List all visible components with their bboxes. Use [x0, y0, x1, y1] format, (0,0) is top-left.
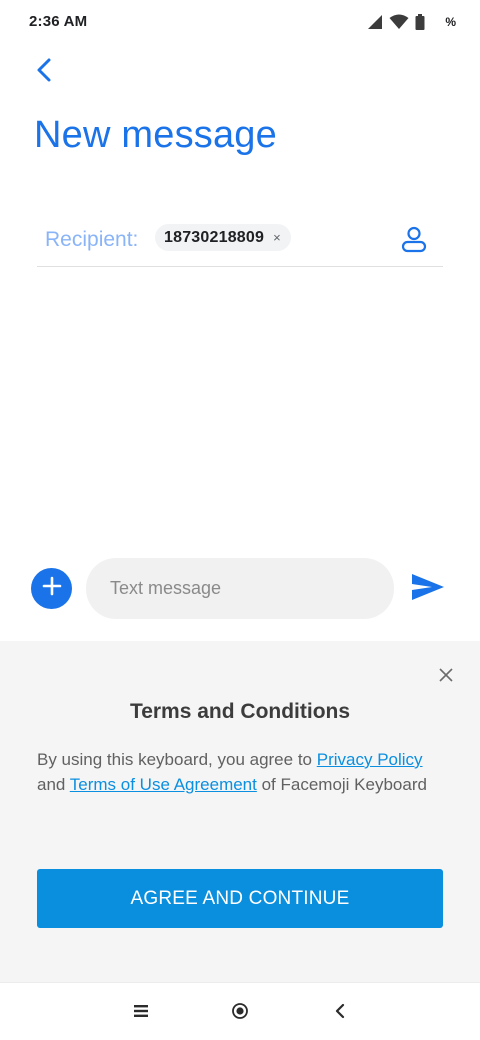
- status-time: 2:36 AM: [29, 13, 88, 30]
- close-icon: [439, 667, 453, 687]
- terms-body-middle: and: [37, 774, 70, 794]
- status-icons: %: [367, 12, 456, 32]
- back-button[interactable]: [24, 52, 64, 92]
- privacy-policy-link[interactable]: Privacy Policy: [317, 750, 423, 769]
- terms-close-button[interactable]: [432, 663, 460, 691]
- recipient-chip-number: 18730218809: [164, 228, 265, 246]
- agree-and-continue-button[interactable]: AGREE AND CONTINUE: [37, 869, 443, 928]
- terms-body-suffix: of Facemoji Keyboard: [256, 774, 427, 794]
- battery-icon: [415, 14, 425, 30]
- nav-back-button[interactable]: [327, 1000, 353, 1026]
- contact-picker-button[interactable]: [395, 224, 433, 258]
- home-icon: [231, 1002, 249, 1025]
- recents-button[interactable]: [128, 1000, 154, 1026]
- terms-body: By using this keyboard, you agree to Pri…: [37, 748, 437, 797]
- recipient-chip[interactable]: 18730218809 ×: [155, 224, 291, 251]
- page-title: New message: [34, 114, 277, 156]
- status-bar: 2:36 AM %: [0, 0, 480, 44]
- back-icon: [334, 1003, 346, 1024]
- recipient-row: Recipient: 18730218809 ×: [37, 214, 443, 267]
- back-arrow-icon: [34, 57, 54, 88]
- wifi-icon: [389, 14, 409, 30]
- navigation-bar: [0, 982, 480, 1040]
- terms-of-use-link[interactable]: Terms of Use Agreement: [70, 775, 257, 794]
- home-button[interactable]: [227, 1000, 253, 1026]
- terms-title: Terms and Conditions: [129, 700, 351, 723]
- person-icon: [400, 225, 428, 258]
- recipient-label: Recipient:: [45, 228, 139, 251]
- add-attachment-button[interactable]: [31, 568, 72, 609]
- signal-icon: [367, 14, 383, 30]
- send-icon: [410, 572, 446, 607]
- terms-body-prefix: By using this keyboard, you agree to: [37, 750, 317, 769]
- send-button[interactable]: [408, 570, 448, 608]
- terms-panel: Terms and Conditions By using this keybo…: [0, 641, 480, 982]
- plus-icon: [42, 576, 62, 601]
- chip-remove-icon[interactable]: ×: [273, 231, 281, 244]
- text-message-input[interactable]: [86, 558, 394, 619]
- battery-percent: %: [445, 15, 456, 29]
- recents-icon: [133, 1004, 149, 1023]
